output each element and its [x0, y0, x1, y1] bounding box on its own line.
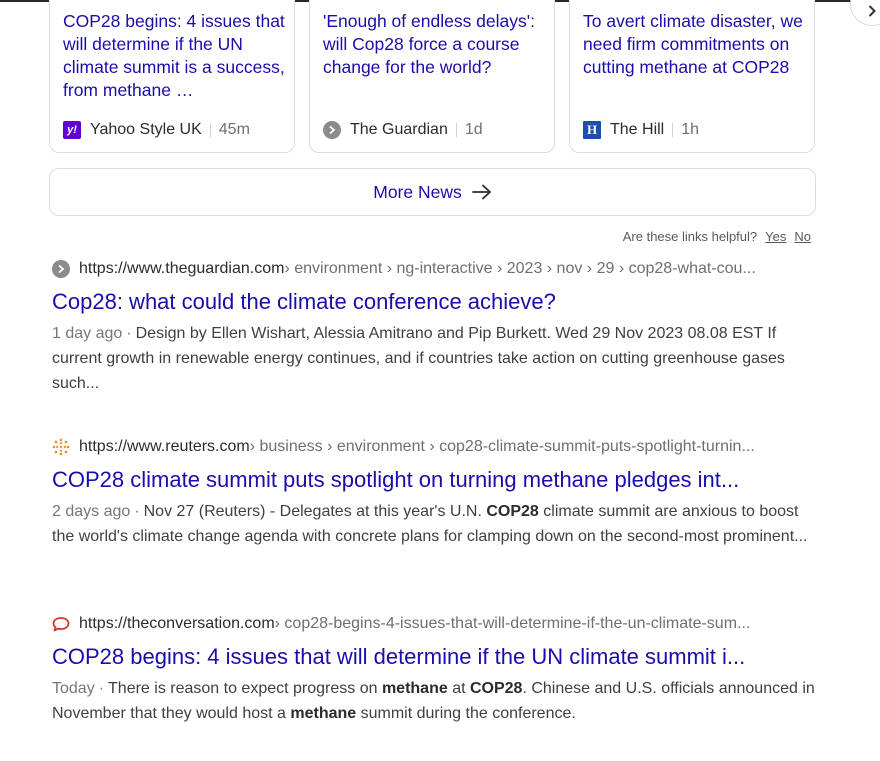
hill-icon: H — [583, 121, 601, 139]
chevron-right-icon — [868, 5, 876, 17]
source-name: The Guardian — [350, 121, 448, 138]
result-host: https://www.reuters.com — [79, 438, 250, 455]
reuters-icon — [52, 438, 70, 456]
source-name: Yahoo Style UK — [90, 121, 202, 138]
links-feedback: Are these links helpful? Yes No — [623, 227, 811, 245]
more-news-button[interactable]: More News — [49, 168, 816, 216]
result-snippet-text: Nov 27 (Reuters) - Delegates at this yea… — [52, 503, 807, 545]
news-card-title[interactable]: To avert climate disaster, we need firm … — [583, 10, 805, 79]
search-result: https://www.theguardian.com › environmen… — [52, 258, 816, 396]
source-name: The Hill — [610, 121, 665, 138]
news-carousel: COP28 begins: 4 issues that will determi… — [49, 0, 880, 153]
separator-dot: · — [126, 325, 132, 342]
search-result: https://theconversation.com › cop28-begi… — [52, 613, 816, 726]
highlighted-term: COP28 — [486, 503, 539, 520]
snippet-segment: at — [447, 680, 470, 697]
search-result: https://www.reuters.com › business › env… — [52, 436, 816, 549]
result-snippet: 1 day ago · Design by Ellen Wishart, Aless… — [52, 321, 816, 396]
result-title-link[interactable]: COP28 begins: 4 issues that will determi… — [52, 642, 816, 672]
result-title-link[interactable]: Cop28: what could the climate conference… — [52, 287, 816, 317]
result-snippet-text: Design by Ellen Wishart, Alessia Amitran… — [52, 325, 785, 392]
carousel-next-button[interactable] — [850, 0, 880, 26]
result-url[interactable]: https://www.reuters.com › business › env… — [52, 436, 816, 458]
news-card-source: H The Hill 1h — [583, 120, 699, 140]
guardian-icon — [52, 260, 70, 278]
news-card[interactable]: 'Enough of endless delays': will Cop28 f… — [309, 0, 555, 153]
separator-dot: · — [98, 680, 105, 697]
divider — [455, 123, 457, 137]
news-card-title[interactable]: COP28 begins: 4 issues that will determi… — [63, 10, 285, 102]
more-news-label: More News — [373, 181, 462, 202]
separator-dot: · — [134, 503, 140, 520]
source-time: 45m — [218, 121, 250, 138]
result-snippet: Today · There is reason to expect progress… — [52, 676, 816, 726]
result-host: https://theconversation.com — [79, 615, 275, 632]
source-time: 1d — [464, 121, 483, 138]
highlighted-term: COP28 — [469, 680, 523, 697]
result-date: 2 days ago — [52, 503, 131, 520]
result-path: › cop28-begins-4-issues-that-will-determ… — [274, 615, 751, 632]
snippet-segment: There is reason to expect progress on — [108, 680, 382, 697]
yahoo-icon: y! — [63, 121, 81, 139]
divider — [209, 123, 211, 137]
news-card-title[interactable]: 'Enough of endless delays': will Cop28 f… — [323, 10, 545, 79]
result-url[interactable]: https://theconversation.com › cop28-begi… — [52, 613, 816, 635]
highlighted-term: methane — [290, 705, 357, 722]
source-time: 1h — [681, 121, 700, 138]
result-host: https://www.theguardian.com — [79, 260, 285, 277]
highlighted-term: methane — [381, 680, 448, 697]
result-url[interactable]: https://www.theguardian.com › environmen… — [52, 258, 816, 280]
result-snippet: 2 days ago · Nov 27 (Reuters) - Delegates … — [52, 499, 816, 549]
arrow-right-icon — [471, 184, 491, 200]
result-path: › environment › ng-interactive › 2023 › … — [284, 260, 756, 277]
result-snippet-text: There is reason to expect progress on me… — [52, 680, 815, 722]
feedback-yes-link[interactable]: Yes — [765, 229, 786, 244]
result-path: › business › environment › cop28-climate… — [249, 438, 755, 455]
snippet-segment: summit during the conference. — [356, 705, 576, 722]
snippet-segment: Design by Ellen Wishart, Alessia Amitran… — [52, 325, 785, 392]
snippet-segment: Nov 27 (Reuters) - Delegates at this yea… — [143, 503, 487, 520]
conversation-icon — [52, 615, 70, 633]
result-date: 1 day ago — [52, 325, 123, 342]
news-card-source: The Guardian 1d — [323, 120, 483, 140]
feedback-question: Are these links helpful? — [622, 228, 758, 244]
result-date: Today — [52, 680, 95, 697]
guardian-icon — [323, 121, 341, 139]
divider — [672, 123, 674, 137]
news-card[interactable]: COP28 begins: 4 issues that will determi… — [49, 0, 295, 153]
news-card-source: y! Yahoo Style UK 45m — [63, 120, 250, 140]
news-card[interactable]: To avert climate disaster, we need firm … — [569, 0, 815, 153]
result-title-link[interactable]: COP28 climate summit puts spotlight on t… — [52, 465, 816, 495]
feedback-no-link[interactable]: No — [794, 229, 811, 244]
